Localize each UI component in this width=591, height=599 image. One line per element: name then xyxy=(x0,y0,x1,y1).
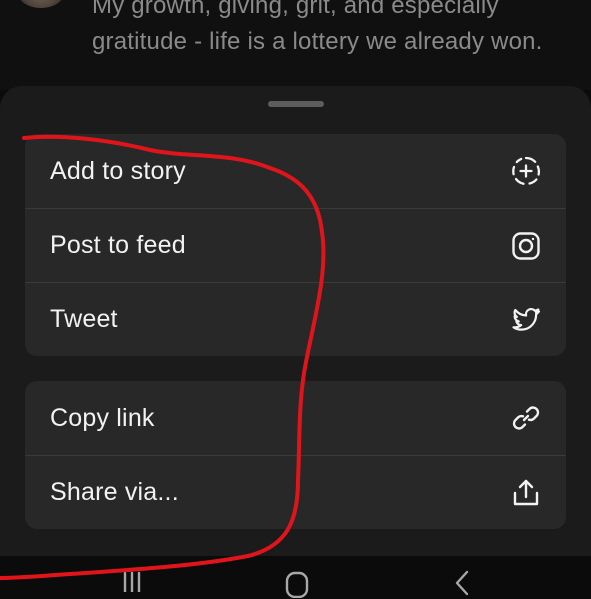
tweet-button[interactable]: Tweet xyxy=(25,282,566,356)
share-bottom-sheet: Add to story Post to feed Tweet Copy lin… xyxy=(0,86,591,556)
share-group-utility: Copy link Share via... xyxy=(25,381,566,529)
post-text: My growth, giving, grit, and especially … xyxy=(92,0,572,60)
post-text-line-2: gratitude - life is a lottery we already… xyxy=(92,28,543,55)
background-post: My growth, giving, grit, and especially … xyxy=(0,0,591,90)
add-to-story-label: Add to story xyxy=(50,156,186,185)
drag-handle[interactable] xyxy=(268,101,324,107)
share-group-social: Add to story Post to feed Tweet xyxy=(25,134,566,356)
instagram-icon xyxy=(510,230,542,262)
post-to-feed-label: Post to feed xyxy=(50,231,186,259)
screen: My growth, giving, grit, and especially … xyxy=(0,0,591,599)
navigation-bar xyxy=(0,556,591,599)
share-upload-icon xyxy=(510,477,542,509)
recents-icon xyxy=(119,570,145,597)
back-icon xyxy=(451,570,473,599)
add-circle-dashed-icon xyxy=(510,155,542,187)
copy-link-button[interactable]: Copy link xyxy=(25,381,566,455)
post-to-feed-button[interactable]: Post to feed xyxy=(25,208,566,282)
twitter-bird-icon xyxy=(510,304,542,336)
copy-link-label: Copy link xyxy=(50,403,155,432)
tweet-label: Tweet xyxy=(50,305,118,333)
post-text-line-1: My growth, giving, grit, and especially xyxy=(92,0,499,19)
avatar xyxy=(18,0,64,8)
home-icon xyxy=(284,570,310,599)
home-button[interactable] xyxy=(277,570,317,599)
back-button[interactable] xyxy=(442,570,482,599)
share-via-label: Share via... xyxy=(50,478,179,506)
link-icon xyxy=(510,402,542,434)
recents-button[interactable] xyxy=(112,570,152,599)
share-via-button[interactable]: Share via... xyxy=(25,455,566,529)
add-to-story-button[interactable]: Add to story xyxy=(25,134,566,208)
